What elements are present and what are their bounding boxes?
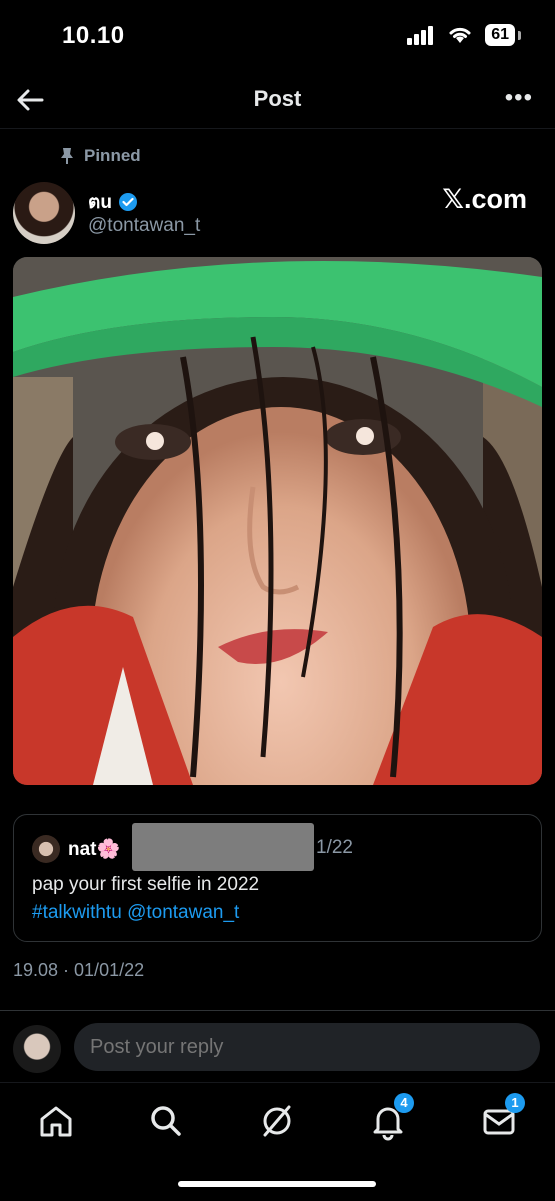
messages-tab[interactable]: 1 [479, 1093, 525, 1141]
reply-input[interactable] [74, 1023, 540, 1071]
home-icon[interactable] [36, 1101, 76, 1141]
signal-icon [407, 26, 434, 45]
hashtag-link[interactable]: #talkwithtu [32, 902, 122, 923]
status-time: 10.10 [62, 22, 125, 49]
author-avatar[interactable] [13, 182, 75, 244]
wifi-icon [449, 27, 471, 43]
notifications-badge: 4 [394, 1093, 414, 1113]
battery-indicator: 61 [485, 24, 521, 46]
quoted-post-date: 1/22 [316, 837, 353, 858]
quoted-post-text: pap your first selfie in 2022 #talkwitht… [32, 871, 259, 927]
mention-link[interactable]: @tontawan_t [127, 902, 239, 923]
notifications-tab[interactable]: 4 [368, 1093, 414, 1141]
quoted-post[interactable]: nat🌸 1/22 pap your first selfie in 2022 … [13, 814, 542, 942]
quoted-author-name[interactable]: nat🌸 [68, 837, 120, 861]
author-name-row[interactable]: ตu [88, 187, 138, 217]
home-indicator [178, 1181, 376, 1187]
post-image[interactable] [13, 257, 542, 785]
status-icons: 61 [407, 24, 521, 46]
search-icon[interactable] [146, 1101, 186, 1141]
messages-badge: 1 [505, 1093, 525, 1113]
current-user-avatar [13, 1025, 61, 1073]
more-options-icon[interactable]: ••• [505, 86, 533, 110]
status-bar: 10.10 61 [0, 0, 555, 72]
pinned-label: Pinned [84, 146, 141, 165]
page-title: Post [253, 86, 302, 111]
pin-icon [61, 148, 73, 164]
x-com-watermark: 𝕏.com [442, 184, 527, 214]
grok-icon[interactable] [257, 1101, 297, 1141]
reply-bar [0, 1010, 555, 1083]
post-timestamp: 19.08 · 01/01/22 [13, 960, 145, 980]
pinned-indicator: Pinned [60, 146, 141, 166]
selfie-photo [13, 257, 542, 785]
redacted-block [132, 823, 314, 871]
quoted-text-line: pap your first selfie in 2022 [32, 874, 260, 895]
quoted-author-avatar[interactable] [32, 835, 60, 863]
author-name[interactable]: ตu [88, 187, 112, 217]
quoted-tags-line: #talkwithtu @tontawan_t [32, 899, 259, 927]
verified-badge-icon [118, 193, 137, 211]
author-handle[interactable]: @tontawan_t [88, 215, 200, 237]
top-nav: Post ••• [0, 72, 555, 129]
